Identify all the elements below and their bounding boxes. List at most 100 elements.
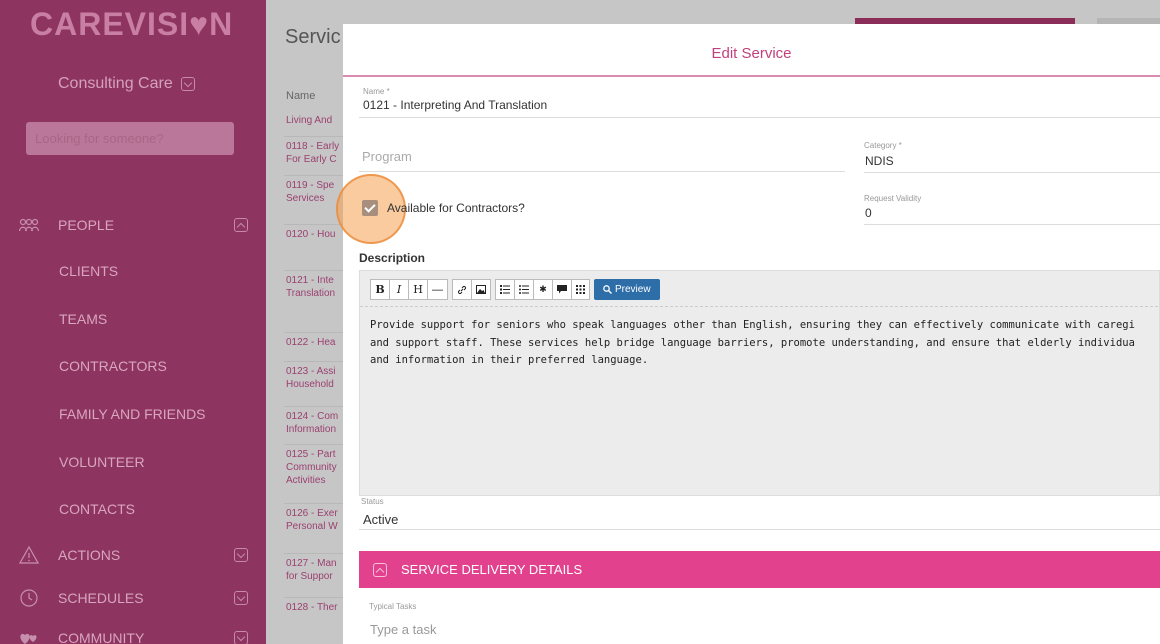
sidebar-item-teams[interactable]: TEAMS — [59, 311, 107, 327]
background-service-row: Living And — [286, 114, 346, 127]
warning-icon — [18, 545, 40, 565]
horizontal-rule-button[interactable]: — — [427, 279, 448, 300]
background-row-divider — [284, 361, 344, 362]
org-switcher[interactable]: Consulting Care — [58, 75, 195, 93]
background-row-text: Household — [286, 379, 334, 390]
background-row-text: 0124 - Com — [286, 411, 339, 422]
background-page-title: Servic — [285, 26, 341, 48]
section-title: SERVICE DELIVERY DETAILS — [401, 562, 583, 577]
preview-label: Preview — [615, 284, 651, 295]
ordered-list-button[interactable] — [495, 279, 514, 300]
background-row-text: 0123 - Assi — [286, 366, 336, 377]
name-label: Name * — [363, 87, 390, 96]
description-label: Description — [359, 251, 426, 265]
chevron-down-icon[interactable] — [234, 591, 248, 605]
category-field[interactable]: NDIS — [865, 154, 894, 168]
background-service-row: 0121 - Inte Translation — [286, 274, 346, 300]
nav-schedules[interactable]: SCHEDULES — [18, 588, 248, 608]
image-button[interactable] — [471, 279, 491, 300]
link-button[interactable] — [452, 279, 471, 300]
description-line: and support staff. These services help b… — [370, 336, 1135, 349]
background-row-text: 0128 - Ther — [286, 602, 338, 613]
available-for-contractors-checkbox[interactable] — [362, 200, 378, 216]
editor-divider — [360, 306, 1159, 307]
background-service-row: 0122 - Hea — [286, 336, 346, 349]
background-service-row: 0126 - Exer Personal W — [286, 507, 346, 533]
background-row-text: Information — [286, 424, 337, 435]
sidebar-item-family-and-friends[interactable]: FAMILY AND FRIENDS — [59, 406, 206, 422]
background-row-divider — [284, 553, 344, 554]
background-row-divider — [284, 224, 344, 225]
modal-title: Edit Service — [343, 24, 1160, 77]
link-icon — [457, 285, 467, 294]
unordered-list-button[interactable] — [514, 279, 533, 300]
chevron-down-icon — [180, 77, 195, 91]
category-field-underline — [864, 172, 1160, 173]
sidebar-item-contacts[interactable]: CONTACTS — [59, 501, 135, 517]
preview-button[interactable]: Preview — [594, 279, 660, 300]
sidebar-item-volunteer[interactable]: VOLUNTEER — [59, 454, 145, 470]
program-field[interactable]: Program — [362, 149, 412, 164]
background-row-divider — [284, 175, 344, 176]
nav-actions[interactable]: ACTIONS — [18, 545, 248, 565]
name-field-underline — [359, 117, 1160, 118]
background-row-text: Translation — [286, 288, 336, 299]
background-service-row: 0118 - Early For Early C — [286, 140, 346, 166]
background-service-row: 0127 - Man for Suppor — [286, 557, 346, 583]
background-service-row: 0123 - Assi Household — [286, 365, 346, 391]
status-label: Status — [361, 497, 384, 506]
chevron-up-icon[interactable] — [234, 218, 248, 232]
request-validity-field[interactable]: 0 — [865, 206, 872, 220]
bold-button[interactable]: B — [370, 279, 389, 300]
italic-button[interactable]: I — [389, 279, 408, 300]
background-row-divider — [284, 332, 344, 333]
comment-button[interactable] — [552, 279, 571, 300]
program-field-underline — [359, 171, 845, 172]
people-icon — [18, 215, 40, 235]
background-row-text: 0127 - Man — [286, 558, 337, 569]
background-row-text: 0119 - Spe — [286, 180, 335, 191]
sidebar-item-clients[interactable]: CLIENTS — [59, 263, 118, 279]
description-text[interactable]: Provide support for seniors who speak la… — [370, 317, 1135, 370]
background-row-text: Activities — [286, 475, 326, 486]
nav-actions-label: ACTIONS — [58, 547, 121, 563]
grid-icon — [576, 285, 585, 294]
background-service-row: 0124 - Com Information — [286, 410, 346, 436]
heading-button[interactable]: H — [408, 279, 427, 300]
background-row-text: for Suppor — [286, 571, 333, 582]
typical-tasks-input[interactable]: Type a task — [370, 622, 436, 637]
table-button[interactable] — [571, 279, 590, 300]
background-row-divider — [284, 136, 344, 137]
chevron-up-icon[interactable] — [373, 562, 387, 577]
search-input[interactable]: Looking for someone? — [26, 122, 234, 155]
sidebar: CAREVISI♥N Consulting Care Looking for s… — [0, 0, 266, 644]
background-service-row: 0120 - Hou — [286, 228, 346, 241]
chevron-down-icon[interactable] — [234, 548, 248, 562]
background-row-divider — [284, 444, 344, 445]
org-name: Consulting Care — [58, 75, 173, 92]
background-row-text: For Early C — [286, 154, 337, 165]
name-field[interactable]: 0121 - Interpreting And Translation — [363, 98, 547, 112]
nav-community[interactable]: COMMUNITY — [18, 628, 248, 644]
search-icon — [603, 285, 612, 294]
background-row-text: Personal W — [286, 521, 338, 532]
logo-text-tail: N — [209, 6, 234, 42]
sidebar-item-contractors[interactable]: CONTRACTORS — [59, 358, 167, 374]
status-field-underline — [359, 529, 1160, 530]
nav-people[interactable]: PEOPLE — [18, 215, 248, 235]
clock-icon — [18, 588, 40, 608]
comment-icon — [557, 285, 567, 294]
background-row-text: 0126 - Exer — [286, 508, 338, 519]
chevron-down-icon[interactable] — [234, 631, 248, 644]
logo-text: CAREVISI — [30, 6, 190, 42]
background-row-text: 0122 - Hea — [286, 337, 336, 348]
carevision-logo[interactable]: CAREVISI♥N — [30, 6, 233, 43]
request-validity-underline — [864, 224, 1160, 225]
asterisk-button[interactable]: ✱ — [533, 279, 552, 300]
unordered-list-icon — [519, 285, 529, 294]
background-row-text: 0121 - Inte — [286, 275, 334, 286]
available-for-contractors-label: Available for Contractors? — [387, 201, 525, 215]
status-field[interactable]: Active — [363, 512, 398, 527]
service-delivery-details-header[interactable]: SERVICE DELIVERY DETAILS — [359, 551, 1160, 588]
description-editor[interactable]: B I H — ✱ Preview Provide support for se… — [359, 270, 1160, 496]
